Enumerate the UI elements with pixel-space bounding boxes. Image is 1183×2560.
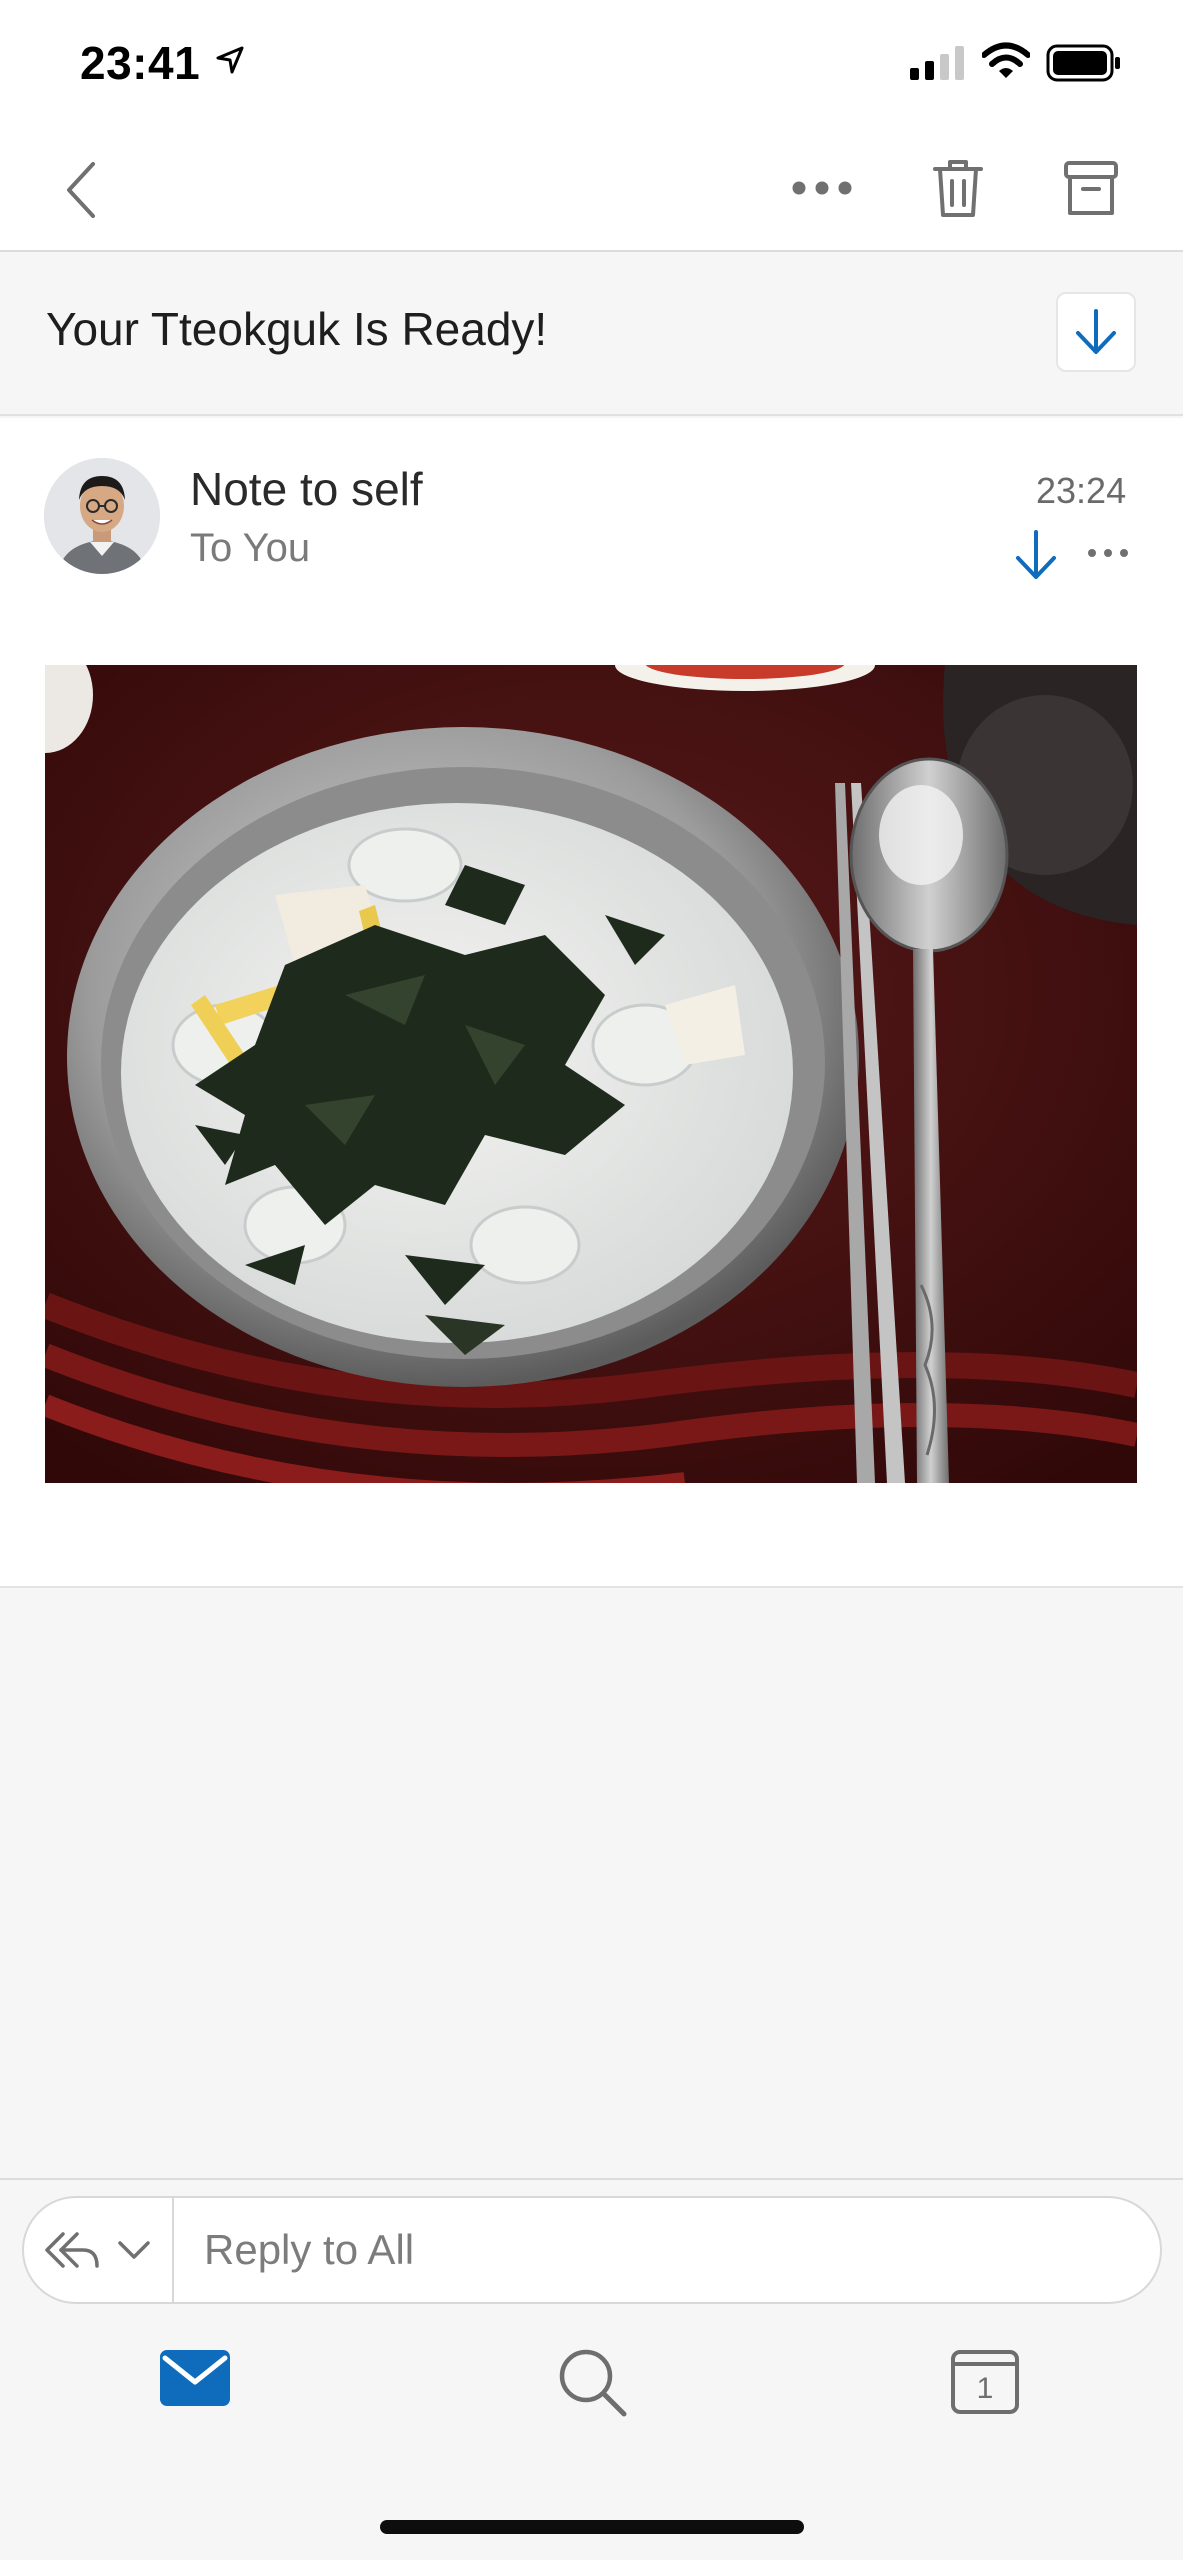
delete-button[interactable]	[926, 152, 990, 224]
message-more-button[interactable]	[1084, 538, 1132, 568]
more-options-button[interactable]	[780, 160, 864, 216]
trash-icon	[933, 160, 983, 217]
calendar-tab[interactable]: 1	[950, 2346, 1020, 2416]
download-arrow-icon	[1076, 309, 1116, 354]
download-all-button[interactable]	[1056, 292, 1136, 372]
recipient-line: To You	[190, 526, 311, 570]
wifi-icon	[982, 42, 1030, 78]
chevron-down-icon	[118, 2241, 150, 2259]
reply-all-icon	[45, 2232, 99, 2268]
mail-icon[interactable]	[160, 2350, 230, 2406]
cellular-signal-icon	[910, 46, 964, 80]
footer-divider	[0, 2178, 1183, 2180]
location-arrow-icon	[216, 46, 244, 74]
home-indicator	[380, 2520, 804, 2534]
tteokguk-photo-image	[45, 665, 1137, 1483]
message-time: 23:24	[1036, 470, 1127, 511]
archive-icon	[1064, 161, 1118, 215]
nav-bar	[0, 130, 1183, 252]
status-time: 23:41	[80, 37, 201, 89]
email-subject: Your Tteokguk Is Ready!	[46, 303, 548, 355]
more-horizontal-icon	[792, 181, 852, 195]
attached-photo[interactable]	[45, 665, 1137, 1483]
reply-type-toggle[interactable]	[22, 2196, 174, 2304]
avatar-portrait-icon	[44, 458, 160, 574]
back-button[interactable]	[56, 150, 106, 230]
archive-button[interactable]	[1058, 152, 1124, 224]
reply-input[interactable]: Reply to All	[204, 2226, 414, 2274]
calendar-day-number: 1	[976, 2372, 994, 2405]
avatar[interactable]	[44, 458, 160, 574]
battery-icon	[1046, 44, 1120, 82]
search-icon[interactable]	[556, 2346, 628, 2418]
chevron-left-icon	[67, 162, 95, 218]
download-arrow-icon[interactable]	[1012, 528, 1060, 582]
more-horizontal-icon	[1088, 549, 1128, 557]
sender-name: Note to self	[190, 463, 423, 515]
reply-bar[interactable]	[22, 2196, 1162, 2304]
